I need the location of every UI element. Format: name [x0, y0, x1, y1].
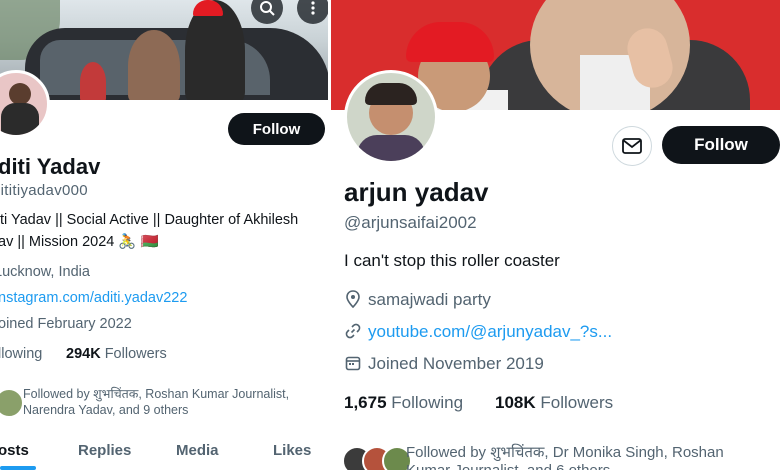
right-following-count: 1,675 — [344, 393, 387, 412]
tab-likes[interactable]: Likes — [273, 442, 311, 459]
right-profile-handle: @arjunsaifai2002 — [344, 213, 477, 232]
right-location: samajwadi party — [368, 290, 491, 309]
left-followers-count: 294K — [66, 346, 101, 362]
search-icon[interactable] — [251, 0, 283, 24]
link-icon — [345, 323, 361, 344]
left-profile-panel: Follow diti Yadav dititiyadav000 ti Yada… — [0, 0, 330, 470]
left-follow-button[interactable]: Follow — [228, 113, 325, 145]
left-bio-line1: ti Yadav || Social Active || Daughter of… — [0, 212, 299, 228]
left-following-label[interactable]: llowing — [0, 346, 42, 362]
right-profile-panel: Follow arjun yadav @arjunsaifai2002 I ca… — [330, 0, 780, 470]
tab-posts[interactable]: osts — [0, 442, 29, 459]
active-tab-indicator — [0, 466, 36, 470]
right-followed-by-line1[interactable]: Followed by शुभचिंतक, Dr Monika Singh, R… — [406, 442, 724, 462]
right-followed-by-line2[interactable]: Kumar Journalist, and 6 others — [406, 462, 610, 470]
left-followed-by-line2[interactable]: Narendra Yadav, and 9 others — [23, 403, 188, 417]
right-followed-by-avatars — [342, 446, 412, 470]
right-followers-stat[interactable]: 108K Followers — [495, 393, 613, 413]
right-profile-avatar[interactable] — [344, 70, 438, 164]
right-bio: I can't stop this roller coaster — [344, 251, 560, 270]
left-profile-name: diti Yadav — [0, 154, 101, 179]
location-pin-icon — [345, 290, 361, 313]
left-followers-label: Followers — [104, 346, 167, 362]
left-bio-line2: av || Mission 2024 🚴 🇧🇾 — [0, 234, 159, 250]
calendar-icon — [345, 355, 361, 376]
tab-replies[interactable]: Replies — [78, 442, 131, 459]
left-website-link[interactable]: nstagram.com/aditi.yadav222 — [0, 290, 187, 306]
right-profile-name: arjun yadav — [344, 177, 489, 207]
left-location: Lucknow, India — [0, 264, 90, 280]
right-joined-date: Joined November 2019 — [368, 354, 544, 373]
right-following-label: Following — [391, 393, 464, 412]
left-followed-by-line1[interactable]: Followed by शुभचिंतक, Roshan Kumar Journ… — [23, 385, 289, 402]
left-followed-by-avatars — [0, 388, 24, 418]
left-followers-stat[interactable]: 294K Followers — [66, 346, 167, 362]
more-icon[interactable] — [297, 0, 329, 24]
tab-media[interactable]: Media — [176, 442, 219, 459]
right-website-link[interactable]: youtube.com/@arjunyadav_?s... — [368, 322, 612, 342]
right-followers-count: 108K — [495, 393, 536, 412]
mail-icon[interactable] — [612, 126, 652, 166]
right-following-stat[interactable]: 1,675 Following — [344, 393, 463, 413]
right-follow-button[interactable]: Follow — [662, 126, 780, 164]
left-profile-handle: dititiyadav000 — [0, 182, 88, 199]
panel-divider — [328, 0, 331, 470]
left-joined-date: oined February 2022 — [0, 316, 132, 332]
left-banner-image — [0, 0, 330, 100]
right-followers-label: Followers — [540, 393, 614, 412]
